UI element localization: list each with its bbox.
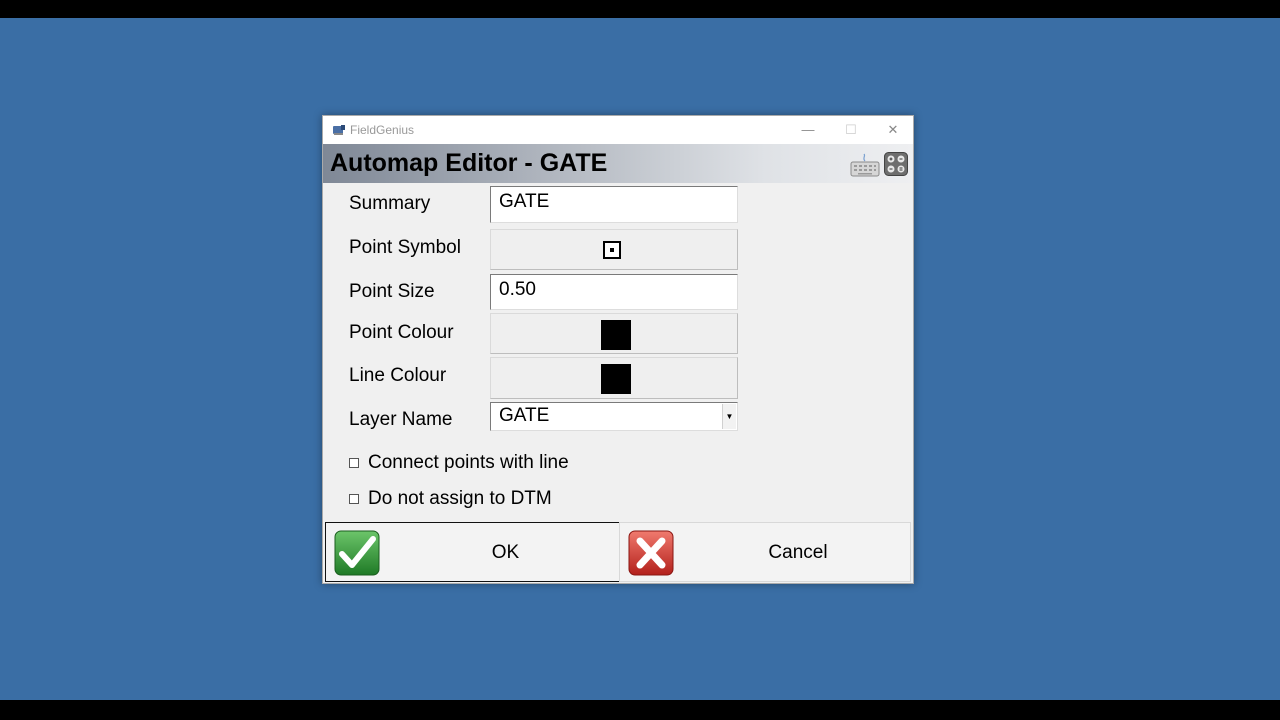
point-size-input[interactable]: 0.50 bbox=[490, 274, 738, 310]
point-symbol-label: Point Symbol bbox=[349, 237, 461, 258]
dropdown-arrow-icon[interactable]: ▼ bbox=[722, 404, 736, 429]
maximize-button[interactable]: ☐ bbox=[829, 116, 873, 144]
connect-points-checkbox[interactable] bbox=[349, 458, 359, 468]
no-dtm-checkbox[interactable] bbox=[349, 494, 359, 504]
letterbox-top bbox=[0, 0, 1280, 18]
dialog-title: Automap Editor - GATE bbox=[330, 149, 608, 177]
layer-name-label: Layer Name bbox=[349, 409, 453, 430]
summary-input[interactable]: GATE bbox=[490, 186, 738, 223]
point-colour-label: Point Colour bbox=[349, 322, 454, 343]
window-title: FieldGenius bbox=[350, 123, 415, 137]
dialog-header: Automap Editor - GATE bbox=[323, 144, 913, 183]
automap-editor-window: FieldGenius — ☐ ✕ Automap Editor - GATE … bbox=[322, 115, 914, 584]
ok-label: OK bbox=[491, 542, 520, 563]
ok-button[interactable]: OK bbox=[325, 522, 620, 582]
line-colour-button[interactable] bbox=[490, 357, 738, 399]
summary-label: Summary bbox=[349, 193, 431, 214]
point-colour-button[interactable] bbox=[490, 313, 738, 354]
keyboard-icon[interactable] bbox=[850, 152, 880, 178]
point-size-label: Point Size bbox=[349, 281, 435, 302]
letterbox-bottom bbox=[0, 700, 1280, 720]
calculator-icon[interactable] bbox=[884, 152, 908, 176]
line-colour-swatch bbox=[601, 364, 631, 394]
layer-name-select[interactable]: GATE ▼ bbox=[490, 402, 738, 431]
connect-points-label[interactable]: Connect points with line bbox=[368, 452, 569, 474]
fieldgenius-app-icon bbox=[333, 125, 345, 135]
line-colour-label: Line Colour bbox=[349, 365, 447, 386]
square-dot-symbol-icon bbox=[603, 241, 621, 259]
cancel-button[interactable]: Cancel bbox=[619, 522, 911, 582]
window-titlebar[interactable]: FieldGenius — ☐ ✕ bbox=[323, 116, 913, 144]
no-dtm-label[interactable]: Do not assign to DTM bbox=[368, 488, 552, 510]
cancel-label: Cancel bbox=[768, 542, 828, 563]
point-symbol-button[interactable] bbox=[490, 229, 738, 270]
layer-name-value: GATE bbox=[499, 405, 550, 426]
point-colour-swatch bbox=[601, 320, 631, 350]
minimize-button[interactable]: — bbox=[786, 116, 830, 144]
close-button[interactable]: ✕ bbox=[871, 116, 915, 144]
